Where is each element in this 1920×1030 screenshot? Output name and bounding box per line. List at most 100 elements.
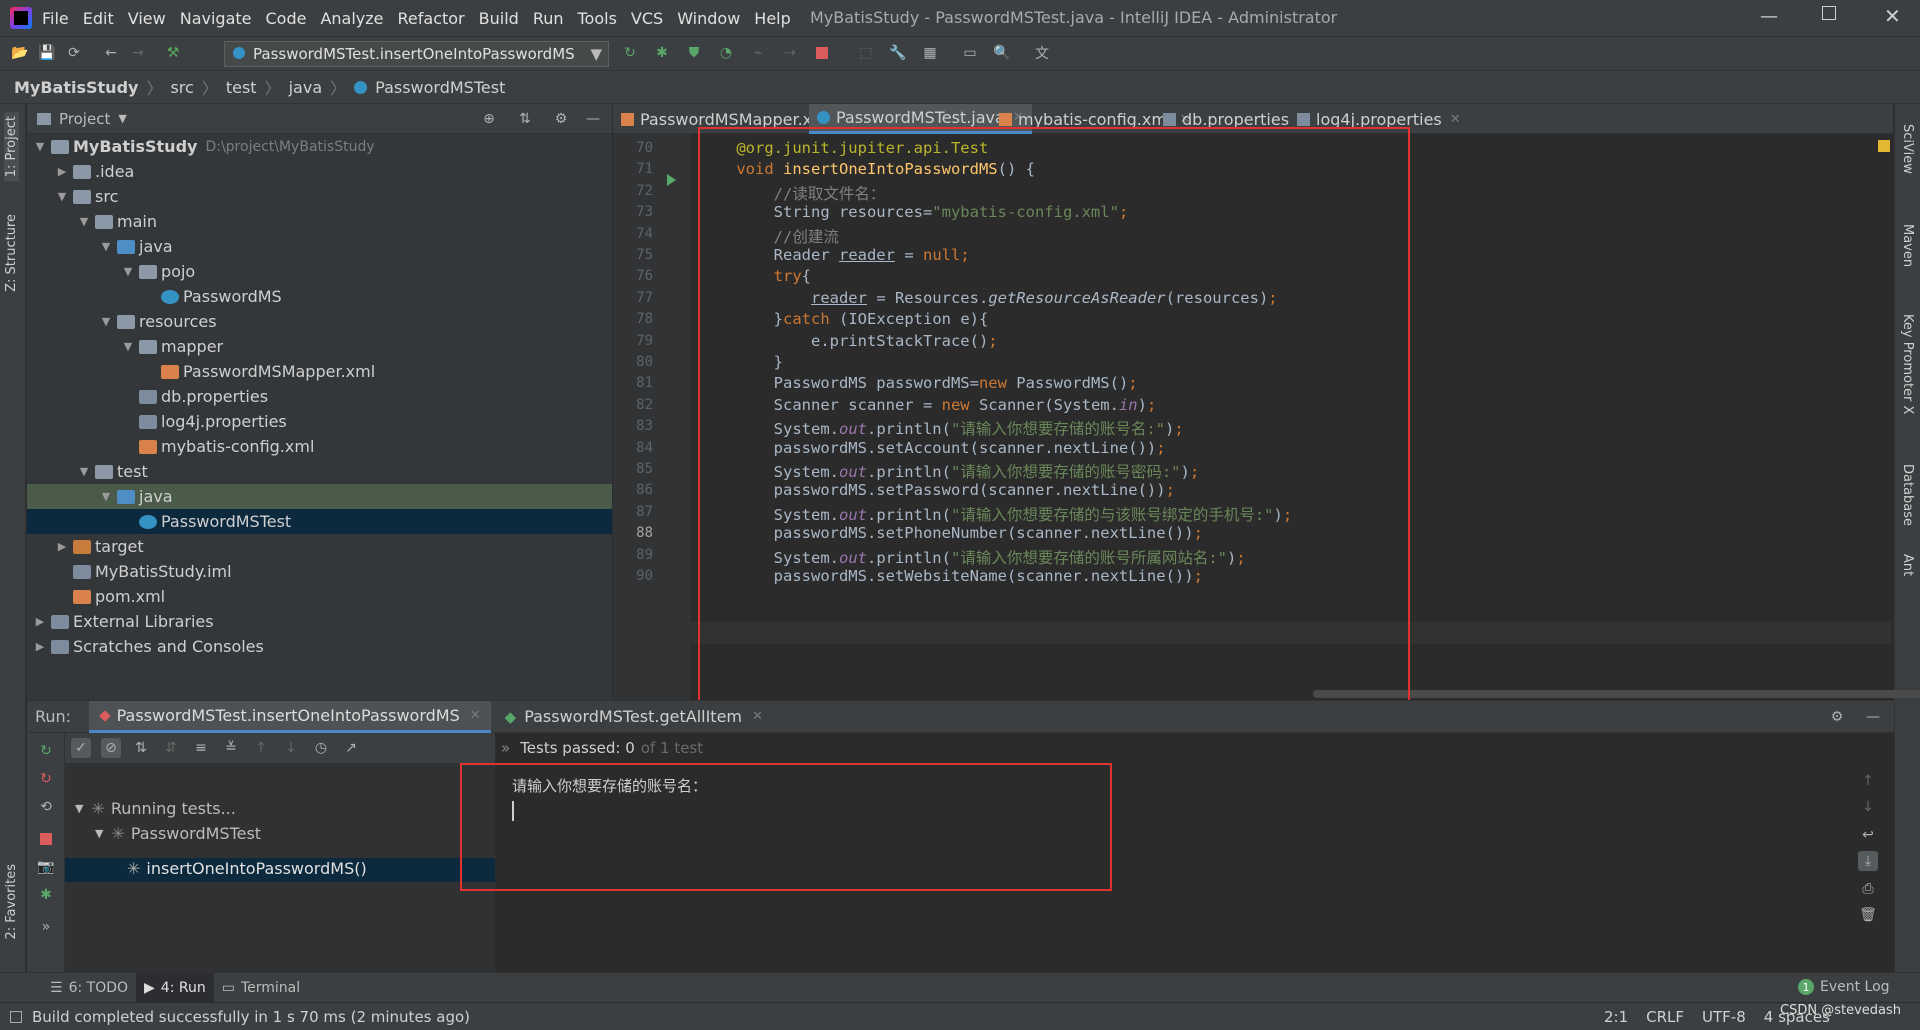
terminal-tab[interactable]: ▭ Terminal (214, 973, 308, 1003)
breadcrumb-test[interactable]: test (226, 78, 257, 97)
tool-window-key-promoter[interactable]: Key Promoter X (1900, 314, 1915, 414)
analysis-status-icon[interactable] (1878, 140, 1890, 152)
line-separator[interactable]: CRLF (1646, 1008, 1684, 1026)
event-log-tab[interactable]: 1 Event Log (1798, 979, 1890, 995)
chevron-down-icon[interactable]: ▼ (99, 240, 113, 253)
menu-item-view[interactable]: View (128, 9, 166, 28)
test-node-class[interactable]: ▼ ✳ PasswordMSTest (95, 824, 261, 843)
chevron-down-icon[interactable]: ▼ (99, 315, 113, 328)
debug-icon[interactable]: ✱ (36, 885, 56, 905)
run-gutter-icon[interactable] (667, 174, 676, 186)
tree-item[interactable]: ▼ java (27, 234, 612, 259)
menu-item-window[interactable]: Window (677, 9, 740, 28)
menu-item-refactor[interactable]: Refactor (398, 9, 465, 28)
close-icon[interactable]: ✕ (1884, 4, 1901, 28)
tool-window-project[interactable]: 1: Project (4, 112, 19, 182)
camera-icon[interactable]: 📷 (36, 857, 56, 877)
profile-icon[interactable]: ◔ (716, 43, 736, 63)
tool-window-database[interactable]: Database (1900, 464, 1915, 526)
locate-icon[interactable]: ⊕ (479, 109, 499, 129)
file-encoding[interactable]: UTF-8 (1702, 1008, 1746, 1026)
tree-item[interactable]: PasswordMSMapper.xml (27, 359, 612, 384)
menu-item-edit[interactable]: Edit (83, 9, 114, 28)
tree-item[interactable]: ▼ main (27, 209, 612, 234)
attach-icon[interactable]: ⌁ (748, 43, 768, 63)
project-panel-title[interactable]: Project (59, 110, 110, 128)
menu-item-analyze[interactable]: Analyze (320, 9, 383, 28)
scroll-up-icon[interactable]: ↑ (1858, 771, 1878, 791)
step-icon[interactable]: ⇢ (780, 43, 800, 63)
translate-icon[interactable]: 文 (1032, 43, 1052, 63)
sort-alpha-icon[interactable]: ⇅ (131, 738, 151, 758)
test-node-root[interactable]: ▼ ✳ Running tests... (75, 799, 236, 818)
chevron-down-icon[interactable]: ▼ (121, 340, 135, 353)
tree-item[interactable]: log4j.properties (27, 409, 612, 434)
hide-icon[interactable]: — (1863, 707, 1883, 727)
chevron-down-icon[interactable]: ▼ (33, 140, 47, 153)
terminal-icon[interactable]: ▭ (960, 43, 980, 63)
breadcrumb-src[interactable]: src (170, 78, 193, 97)
forward-icon[interactable]: → (128, 43, 148, 63)
tree-item[interactable]: ▼ java (27, 484, 612, 509)
save-icon[interactable]: 💾 (37, 43, 57, 63)
menu-item-build[interactable]: Build (479, 9, 519, 28)
wrench-icon[interactable]: 🔧 (888, 43, 908, 63)
toggle-tool-windows-icon[interactable] (10, 1010, 22, 1023)
open-folder-icon[interactable]: 📂 (10, 43, 30, 63)
expand-all-icon[interactable]: ≡ (191, 738, 211, 758)
menu-item-vcs[interactable]: VCS (631, 9, 663, 28)
tree-item[interactable]: mybatis-config.xml (27, 434, 612, 459)
menu-item-help[interactable]: Help (754, 9, 790, 28)
chevron-right-icon[interactable]: ▶ (55, 165, 69, 178)
chevron-down-icon[interactable]: ▼ (77, 465, 91, 478)
chevron-right-icon[interactable]: ▶ (55, 540, 69, 553)
run-tab-inactive[interactable]: ◆ PasswordMSTest.getAllItem ✕ (491, 701, 777, 733)
tree-item[interactable]: ▶ .idea (27, 159, 612, 184)
menu-item-tools[interactable]: Tools (578, 9, 617, 28)
show-passed-icon[interactable]: ✓ (71, 738, 91, 758)
tool-window-maven[interactable]: Maven (1900, 224, 1915, 267)
menu-item-file[interactable]: File (42, 9, 69, 28)
stop-icon[interactable] (36, 829, 56, 849)
rerun-failed-icon[interactable]: ↻ (36, 769, 56, 789)
menu-item-code[interactable]: Code (266, 9, 307, 28)
maximize-icon[interactable] (1822, 6, 1836, 20)
caret-position[interactable]: 2:1 (1604, 1008, 1628, 1026)
run-tab[interactable]: ▶ 4: Run (136, 972, 214, 1003)
toggle-auto-test-icon[interactable]: ⟲ (36, 797, 56, 817)
rerun-icon[interactable]: ↻ (36, 741, 56, 761)
breadcrumb-class[interactable]: PasswordMSTest (375, 78, 505, 97)
tool-window-sciview[interactable]: SciView (1900, 124, 1915, 174)
back-icon[interactable]: ← (101, 43, 121, 63)
stop-icon[interactable] (812, 43, 832, 63)
scroll-down-icon[interactable]: ↓ (1858, 797, 1878, 817)
tree-item[interactable]: pom.xml (27, 584, 612, 609)
status-message[interactable]: Build completed successfully in 1 s 70 m… (32, 1008, 470, 1026)
show-ignored-icon[interactable]: ⊘ (101, 738, 121, 758)
gear-icon[interactable]: ⚙ (1827, 707, 1847, 727)
minimize-icon[interactable]: — (1760, 6, 1778, 27)
hide-icon[interactable]: — (583, 109, 603, 129)
soft-wrap-icon[interactable]: ↩ (1858, 825, 1878, 845)
project-structure-icon[interactable]: ▦ (920, 43, 940, 63)
close-tab-icon[interactable]: ✕ (752, 709, 763, 724)
todo-tab[interactable]: ☰ 6: TODO (42, 973, 136, 1003)
tree-item[interactable]: ▼ test (27, 459, 612, 484)
tree-item[interactable]: PasswordMSTest (27, 509, 612, 534)
tree-item[interactable]: ▼ src (27, 184, 612, 209)
menu-item-run[interactable]: Run (533, 9, 564, 28)
trash-icon[interactable]: 🗑 (1858, 905, 1878, 925)
sync-icon[interactable]: ⟳ (64, 43, 84, 63)
tool-window-structure[interactable]: Z: Structure (4, 214, 19, 292)
build-hammer-icon[interactable]: ⚒ (163, 43, 183, 63)
collapse-all-icon[interactable]: ≚ (221, 738, 241, 758)
menu-item-navigate[interactable]: Navigate (180, 9, 252, 28)
run-config-selector[interactable]: PasswordMSTest.insertOneIntoPasswordMS ▼ (224, 41, 609, 67)
breadcrumb-project[interactable]: MyBatisStudy (14, 78, 138, 97)
chevron-right-icon[interactable]: ▶ (33, 640, 47, 653)
chevron-down-icon[interactable]: ▼ (121, 265, 135, 278)
tree-item[interactable]: ▼ pojo (27, 259, 612, 284)
vcs-icon[interactable]: ⬚ (856, 43, 876, 63)
breadcrumb-java[interactable]: java (289, 78, 323, 97)
run-tab-active[interactable]: ◆ PasswordMSTest.insertOneIntoPasswordMS… (89, 700, 491, 733)
